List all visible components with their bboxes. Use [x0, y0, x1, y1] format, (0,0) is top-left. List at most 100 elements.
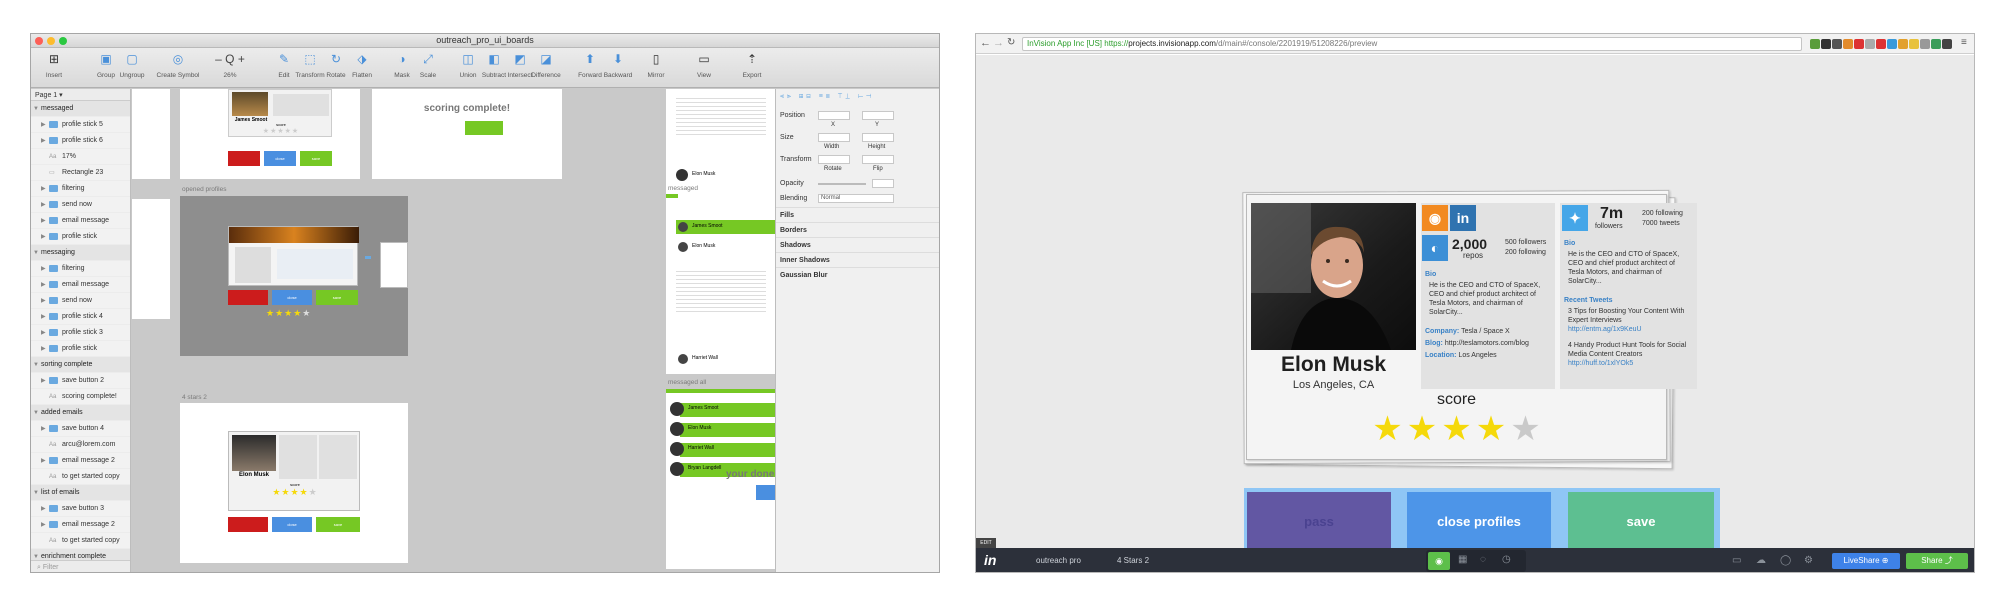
address-bar[interactable]: InVision App Inc [US] https://projects.i…	[1022, 37, 1802, 51]
layer-item[interactable]: ▶ send now	[31, 197, 130, 213]
toolbar-insert-button[interactable]: ⊞ Insert	[31, 52, 77, 79]
disclosure-open-icon[interactable]: ▼	[33, 554, 41, 560]
artboard-opened-profiles[interactable]: close save ★★★★★	[180, 196, 408, 356]
artboard-scoring-complete[interactable]: scoring complete!	[372, 89, 562, 179]
disclosure-open-icon[interactable]: ▼	[33, 410, 41, 416]
layer-item[interactable]: Aa arcu@lorem.com	[31, 437, 130, 453]
disclosure-closed-icon[interactable]: ▶	[41, 505, 49, 512]
layer-item[interactable]: Aa to get started copy	[31, 533, 130, 549]
pocket-icon[interactable]	[1832, 39, 1842, 49]
layer-item[interactable]: ▶ save button 4	[31, 421, 130, 437]
help-icon[interactable]: ◯	[1780, 555, 1791, 566]
star-filled-icon[interactable]: ★	[1372, 412, 1402, 446]
height-input[interactable]	[862, 133, 894, 142]
layer-group[interactable]: ▼ messaging	[31, 245, 130, 261]
device-icon[interactable]: ▭	[1732, 555, 1741, 566]
close-profiles-button[interactable]: close profiles	[1407, 492, 1551, 550]
shadows-section[interactable]: Shadows	[776, 237, 939, 252]
sheets-icon[interactable]	[1931, 39, 1941, 49]
blog-link[interactable]: http://teslamotors.com/blog	[1445, 340, 1529, 347]
reload-icon[interactable]: ↻	[1007, 37, 1015, 48]
mini-save-button-2[interactable]: save	[316, 290, 358, 305]
page-selector[interactable]: Page 1 ▾	[31, 89, 130, 101]
flip-buttons[interactable]	[862, 155, 894, 164]
mini-close-button[interactable]: close	[264, 151, 296, 166]
disclosure-closed-icon[interactable]: ▶	[41, 297, 49, 304]
width-input[interactable]	[818, 133, 850, 142]
artboard-email-message[interactable]: Elon Musk	[666, 89, 775, 199]
disclosure-closed-icon[interactable]: ▶	[41, 457, 49, 464]
upload-icon[interactable]: ☁	[1756, 555, 1766, 566]
layer-item[interactable]: ▶ filtering	[31, 181, 130, 197]
liveshare-button[interactable]: LiveShare ⊕	[1832, 553, 1900, 569]
adblock-icon[interactable]	[1876, 39, 1886, 49]
star-filled-icon[interactable]: ★	[1476, 412, 1506, 446]
artboard-sorting[interactable]: James Smoot score ★★★★★ close save	[180, 89, 360, 179]
layer-group[interactable]: ▼ messaged	[31, 101, 130, 117]
toolbar-mirror-button[interactable]: ▯ Mirror	[633, 52, 679, 79]
artboard-4-stars-2[interactable]: Elon Musk score ★★★★★ close save	[180, 403, 408, 563]
opacity-input[interactable]	[872, 179, 894, 188]
layers-ext-icon[interactable]	[1821, 39, 1831, 49]
opacity-slider[interactable]	[818, 183, 866, 185]
blending-select[interactable]: Normal	[818, 194, 894, 203]
extension-icon[interactable]	[1843, 39, 1853, 49]
disclosure-open-icon[interactable]: ▼	[33, 490, 41, 496]
star-filled-icon[interactable]: ★	[1441, 412, 1471, 446]
layer-filter-input[interactable]: ⌕ Filter	[31, 560, 130, 572]
layer-item[interactable]: Aa scoring complete!	[31, 389, 130, 405]
mini-restart-button[interactable]	[756, 485, 775, 500]
star-empty-icon[interactable]: ★	[1510, 412, 1540, 446]
star-filled-icon[interactable]: ★	[1407, 412, 1437, 446]
disclosure-closed-icon[interactable]: ▶	[41, 265, 49, 272]
github-icon[interactable]: ◐	[1422, 235, 1448, 261]
disclosure-closed-icon[interactable]: ▶	[41, 137, 49, 144]
settings-icon[interactable]: ⚙	[1804, 555, 1813, 566]
artboard-canvas[interactable]: James Smoot score ★★★★★ close save scori…	[132, 89, 775, 572]
tweet-2-link[interactable]: http://huff.to/1xlYOk5	[1568, 360, 1633, 367]
mini-save-button-3[interactable]: save	[316, 517, 360, 532]
artboard-partial[interactable]	[132, 199, 170, 319]
tweet-1-link[interactable]: http://entm.ag/1x9KeuU	[1568, 326, 1642, 333]
build-mode-icon[interactable]: ▦	[1458, 554, 1467, 565]
keep-icon[interactable]	[1909, 39, 1919, 49]
layer-item[interactable]: Aa to get started copy	[31, 469, 130, 485]
disclosure-closed-icon[interactable]: ▶	[41, 121, 49, 128]
pass-button[interactable]: pass	[1247, 492, 1391, 550]
comment-mode-icon[interactable]: ◌	[1480, 554, 1486, 565]
layer-item[interactable]: ▶ send now	[31, 293, 130, 309]
artboard-messaged-all[interactable]: James Smoot Elon Musk Harriet Wall Bryan La…	[666, 389, 775, 569]
mini-messaging-button[interactable]	[465, 121, 503, 135]
layer-item[interactable]: ▶ profile stick 6	[31, 133, 130, 149]
layer-item[interactable]: Aa 17%	[31, 149, 130, 165]
edit-tag[interactable]: EDIT	[976, 538, 996, 548]
artboard-partial[interactable]	[132, 89, 170, 179]
layer-group[interactable]: ▼ added emails	[31, 405, 130, 421]
disclosure-closed-icon[interactable]: ▶	[41, 313, 49, 320]
chrome-ext-icon[interactable]	[1887, 39, 1897, 49]
disclosure-closed-icon[interactable]: ▶	[41, 281, 49, 288]
bookmark-icon[interactable]	[1865, 39, 1875, 49]
extension-icon[interactable]	[1942, 39, 1952, 49]
toolbar-zoom-button[interactable]: – Q + 26%	[207, 52, 253, 79]
back-icon[interactable]: ←	[980, 37, 991, 49]
toolbar-export-button[interactable]: ⇡ Export	[729, 52, 775, 79]
history-mode-icon[interactable]: ◷	[1502, 554, 1511, 565]
toolbar-view-button[interactable]: ▭ View	[681, 52, 727, 79]
layer-item[interactable]: ▶ profile stick 5	[31, 117, 130, 133]
layer-item[interactable]: ▶ email message	[31, 213, 130, 229]
mini-save-button[interactable]: save	[300, 151, 332, 166]
fills-section[interactable]: Fills	[776, 207, 939, 222]
layer-item[interactable]: ▶ profile stick 4	[31, 309, 130, 325]
disclosure-closed-icon[interactable]: ▶	[41, 217, 49, 224]
disclosure-closed-icon[interactable]: ▶	[41, 345, 49, 352]
layer-item[interactable]: ▭ Rectangle 23	[31, 165, 130, 181]
disclosure-open-icon[interactable]: ▼	[33, 362, 41, 368]
toolbar-ungroup-button[interactable]: ▢ Ungroup	[109, 52, 155, 79]
menu-icon[interactable]: ≡	[1961, 37, 1967, 48]
share-button[interactable]: Share ⤴	[1906, 553, 1968, 569]
disclosure-closed-icon[interactable]: ▶	[41, 201, 49, 208]
toolbar-create-symbol-button[interactable]: ◎ Create Symbol	[155, 52, 201, 79]
screenshot-icon[interactable]	[1920, 39, 1930, 49]
forward-icon[interactable]: →	[993, 37, 1004, 49]
